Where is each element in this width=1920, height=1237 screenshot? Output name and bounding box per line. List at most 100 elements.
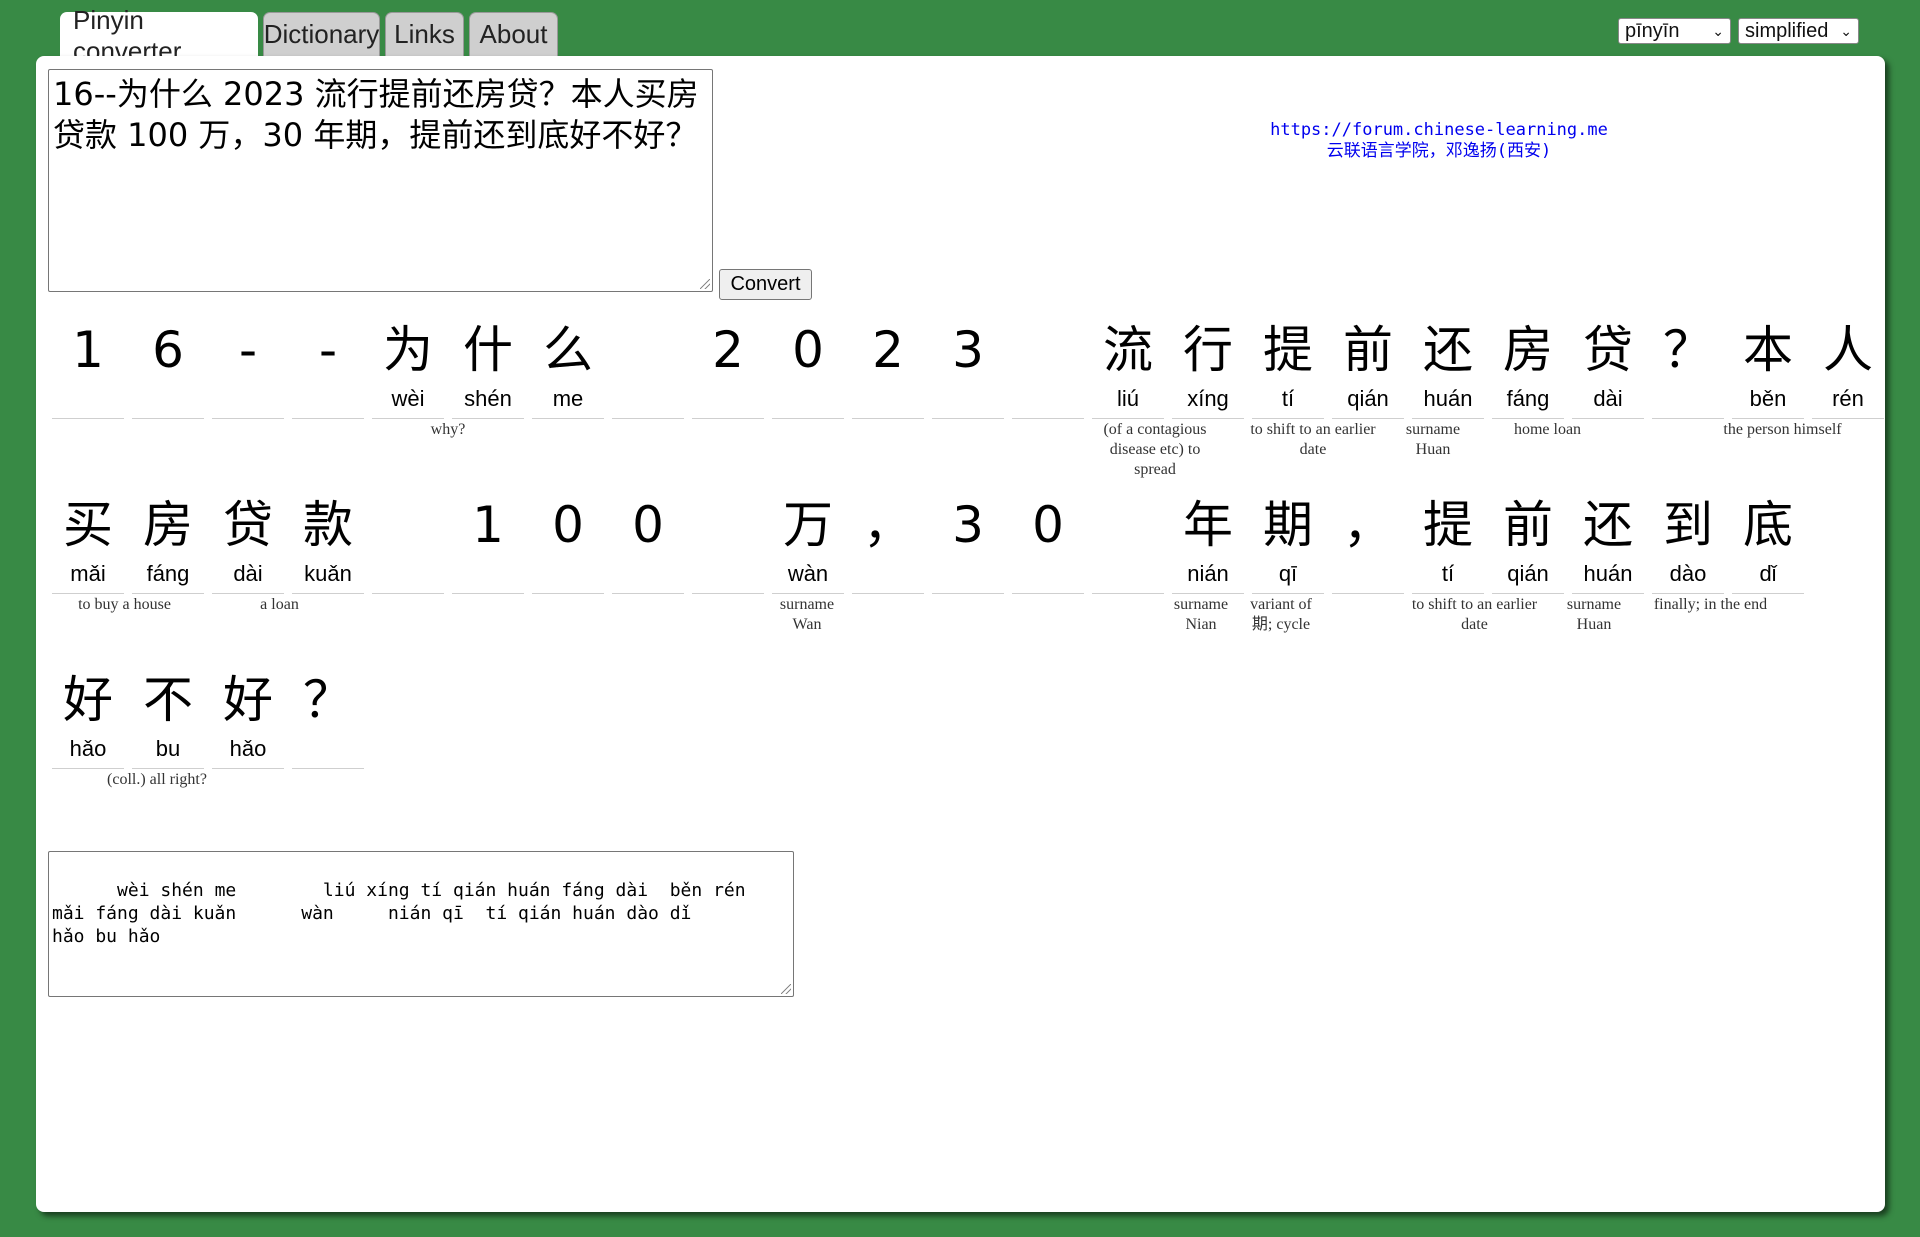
token-pinyin [772, 384, 844, 414]
token-hanzi: 流 [1103, 321, 1153, 379]
token-hanzi: 3 [952, 321, 984, 379]
script-select[interactable]: simplified ⌄ [1738, 18, 1859, 44]
token-pinyin: qián [1507, 561, 1549, 586]
token-pinyin [1652, 384, 1724, 414]
gloss: to shift to an earlier date [1411, 596, 1538, 633]
token-hanzi: 好 [63, 671, 113, 729]
token-hanzi: 3 [952, 496, 984, 554]
token-pinyin [692, 384, 764, 414]
token-underline [1732, 593, 1804, 594]
script-select-value: simplified [1745, 19, 1829, 42]
token-underline [932, 418, 1004, 419]
token-pinyin: dài [233, 561, 263, 586]
gloss: the person himself [1723, 421, 1842, 438]
gloss: surname Huan [1405, 421, 1461, 458]
token-underline [692, 418, 764, 419]
token-pinyin [1332, 559, 1404, 589]
token-hanzi: 前 [1343, 321, 1393, 379]
token-underline [1412, 418, 1484, 419]
token-pinyin [212, 384, 284, 414]
forum-link[interactable]: https://forum.chinese-learning.me [1262, 120, 1616, 141]
token-hanzi: 0 [1032, 496, 1064, 554]
token-pinyin [852, 559, 924, 589]
token-underline [1012, 418, 1084, 419]
romanization-select[interactable]: pīnyīn ⌄ [1618, 18, 1731, 44]
token-pinyin [132, 384, 204, 414]
token-hanzi: 2 [712, 321, 744, 379]
token-hanzi [1012, 318, 1084, 382]
token-hanzi: ， [1343, 496, 1393, 554]
resize-grip-icon[interactable] [781, 984, 791, 994]
token-pinyin: huán [1423, 386, 1473, 411]
token-hanzi: 还 [1423, 321, 1473, 379]
token-pinyin [1012, 384, 1084, 414]
chevron-down-icon: ⌄ [1712, 22, 1724, 39]
token-pinyin [52, 384, 124, 414]
token-pinyin [372, 559, 444, 589]
token-hanzi [1092, 493, 1164, 557]
token-pinyin: shén [464, 386, 512, 411]
chinese-input-textarea[interactable]: 16--为什么 2023 流行提前还房贷？本人买房贷款 100 万，30 年期，… [48, 69, 713, 292]
token-underline [612, 593, 684, 594]
tab-links[interactable]: Links [385, 12, 464, 56]
token-pinyin: me [552, 386, 584, 411]
token-pinyin: rén [1832, 386, 1864, 411]
token-hanzi: 0 [632, 496, 664, 554]
token-hanzi: ， [863, 496, 913, 554]
convert-button[interactable]: Convert [719, 269, 812, 300]
tab-pinyin-converter[interactable]: Pinyin converter [60, 5, 258, 66]
token-underline [852, 593, 924, 594]
token-underline [1092, 593, 1164, 594]
gloss: surname Nian [1173, 596, 1229, 633]
token-hanzi: 款 [303, 496, 353, 554]
credit-name: 云联语言学院，邓逸扬(西安) [1326, 141, 1552, 161]
output-text: wèi shén me liú xíng tí qián huán fáng d… [52, 880, 746, 947]
token-hanzi: - [318, 321, 338, 379]
token-pinyin: wàn [787, 561, 829, 586]
gloss: variant of 期; cycle [1250, 596, 1312, 633]
token-underline [772, 593, 844, 594]
token-hanzi: 前 [1503, 496, 1553, 554]
gloss: to buy a house [78, 596, 171, 613]
token-hanzi: ？ [303, 671, 353, 729]
gloss: finally; in the end [1653, 596, 1768, 613]
token-pinyin: dào [1669, 561, 1707, 586]
token-hanzi: 0 [792, 321, 824, 379]
token-pinyin [292, 384, 364, 414]
token-underline [612, 418, 684, 419]
token-pinyin: qián [1347, 386, 1389, 411]
token-underline [932, 593, 1004, 594]
token-pinyin [692, 559, 764, 589]
pinyin-output-textarea[interactable]: wèi shén me liú xíng tí qián huán fáng d… [48, 851, 794, 997]
token-underline [372, 593, 444, 594]
token-pinyin: fáng [1506, 386, 1550, 411]
token-underline [532, 593, 604, 594]
token-hanzi: 0 [552, 496, 584, 554]
token-hanzi: 房 [143, 496, 193, 554]
token-pinyin: hǎo [229, 736, 267, 761]
token-hanzi: 房 [1503, 321, 1553, 379]
token-hanzi [692, 493, 764, 557]
token-underline [772, 418, 844, 419]
token-underline [212, 768, 284, 769]
token-underline [452, 418, 524, 419]
token-underline [532, 418, 604, 419]
tab-dictionary[interactable]: Dictionary [263, 12, 380, 56]
token-underline [132, 418, 204, 419]
token-underline [1252, 418, 1324, 419]
token-underline [1172, 593, 1244, 594]
token-pinyin: fáng [146, 561, 190, 586]
gloss: (coll.) all right? [107, 771, 207, 788]
token-hanzi [612, 318, 684, 382]
token-pinyin [1092, 559, 1164, 589]
token-hanzi: 么 [543, 321, 593, 379]
token-underline [1492, 593, 1564, 594]
resize-grip-icon[interactable] [700, 279, 710, 289]
token-hanzi: 人 [1823, 321, 1873, 379]
token-underline [292, 593, 364, 594]
input-text: 16--为什么 2023 流行提前还房贷？本人买房贷款 100 万，30 年期，… [53, 75, 699, 154]
token-underline [212, 593, 284, 594]
token-underline [852, 418, 924, 419]
token-pinyin: běn [1749, 386, 1787, 411]
tab-about[interactable]: About [469, 12, 558, 56]
